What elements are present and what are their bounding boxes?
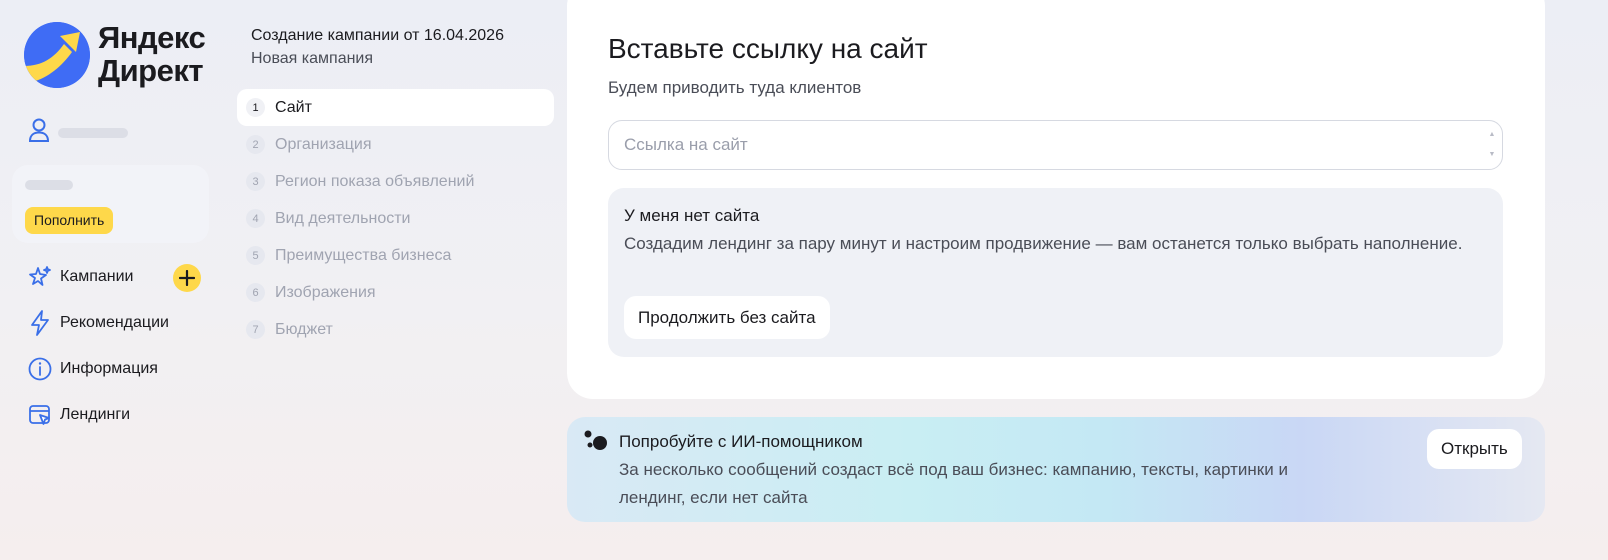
campaign-subtitle: Новая кампания — [251, 50, 374, 67]
add-campaign-button[interactable] — [173, 264, 201, 292]
ai-assistant-icon — [584, 430, 607, 450]
site-url-input[interactable] — [608, 120, 1503, 170]
yandex-direct-logo[interactable]: Яндекс Директ — [24, 20, 206, 88]
nav-label-recommendations: Рекомендации — [60, 314, 169, 331]
no-site-description: Создадим лендинг за пару минут и настрои… — [624, 234, 1463, 253]
site-step-card: Вставьте ссылку на сайт Будем приводить … — [567, 0, 1545, 399]
nav-item-recommendations[interactable]: Рекомендации — [28, 310, 169, 336]
continue-without-site-button[interactable]: Продолжить без сайта — [624, 296, 830, 339]
info-icon — [28, 357, 52, 381]
nav-item-information[interactable]: Информация — [28, 356, 158, 382]
step-organization[interactable]: 2 Организация — [237, 126, 554, 163]
step-label: Преимущества бизнеса — [275, 246, 452, 264]
logo-arrow-icon — [24, 22, 90, 88]
step-number: 6 — [246, 283, 265, 302]
chevron-up-icon: ▲ — [1488, 131, 1496, 138]
ai-banner-title: Попробуйте с ИИ-помощником — [619, 432, 863, 451]
step-number: 4 — [246, 209, 265, 228]
campaigns-sparkle-icon — [28, 265, 52, 289]
ai-assistant-banner: Попробуйте с ИИ-помощником За несколько … — [567, 417, 1545, 522]
input-resize-handle[interactable]: ▲ ▼ — [1487, 131, 1497, 159]
logo-line-2: Директ — [98, 53, 204, 88]
topup-button[interactable]: Пополнить — [25, 207, 114, 234]
open-ai-assistant-button[interactable]: Открыть — [1427, 429, 1522, 469]
nav-label-landings: Лендинги — [60, 406, 131, 423]
step-number: 1 — [246, 98, 265, 117]
plus-icon — [179, 270, 195, 286]
step-label: Организация — [275, 135, 372, 153]
step-label: Регион показа объявлений — [275, 172, 475, 190]
step-label: Сайт — [275, 98, 312, 116]
step-number: 3 — [246, 172, 265, 191]
step-label: Бюджет — [275, 320, 333, 338]
nav-item-landings[interactable]: Лендинги — [28, 402, 130, 428]
step-site[interactable]: 1 Сайт — [237, 89, 554, 126]
user-name-placeholder — [58, 127, 128, 138]
campaign-title: Создание кампании от 16.04.2026 — [251, 27, 504, 44]
step-activity[interactable]: 4 Вид деятельности — [237, 200, 554, 237]
chevron-down-icon: ▼ — [1488, 151, 1496, 158]
user-icon — [28, 117, 50, 148]
step-images[interactable]: 6 Изображения — [237, 274, 554, 311]
step-number: 5 — [246, 246, 265, 265]
step-region[interactable]: 3 Регион показа объявлений — [237, 163, 554, 200]
page-subtitle: Будем приводить туда клиентов — [608, 78, 862, 97]
no-site-title: У меня нет сайта — [624, 206, 760, 225]
ai-banner-text: За несколько сообщений создаст всё под в… — [619, 460, 1288, 507]
logo-line-1: Яндекс — [98, 20, 206, 55]
nav-label-campaigns: Кампании — [60, 268, 134, 285]
page-title: Вставьте ссылку на сайт — [608, 33, 928, 64]
user-account[interactable] — [28, 117, 128, 148]
balance-card: Пополнить — [12, 165, 209, 243]
balance-placeholder — [25, 180, 73, 190]
no-site-card: У меня нет сайта Создадим лендинг за пар… — [608, 188, 1503, 357]
logo-wordmark: Яндекс Директ — [98, 20, 206, 88]
step-label: Изображения — [275, 283, 376, 301]
nav-label-information: Информация — [60, 360, 158, 377]
lightning-icon — [28, 310, 52, 336]
nav-item-campaigns[interactable]: Кампании — [28, 264, 134, 290]
step-advantages[interactable]: 5 Преимущества бизнеса — [237, 237, 554, 274]
step-number: 7 — [246, 320, 265, 339]
step-label: Вид деятельности — [275, 209, 411, 227]
step-budget[interactable]: 7 Бюджет — [237, 311, 554, 348]
landing-page-icon — [28, 403, 52, 427]
step-number: 2 — [246, 135, 265, 154]
